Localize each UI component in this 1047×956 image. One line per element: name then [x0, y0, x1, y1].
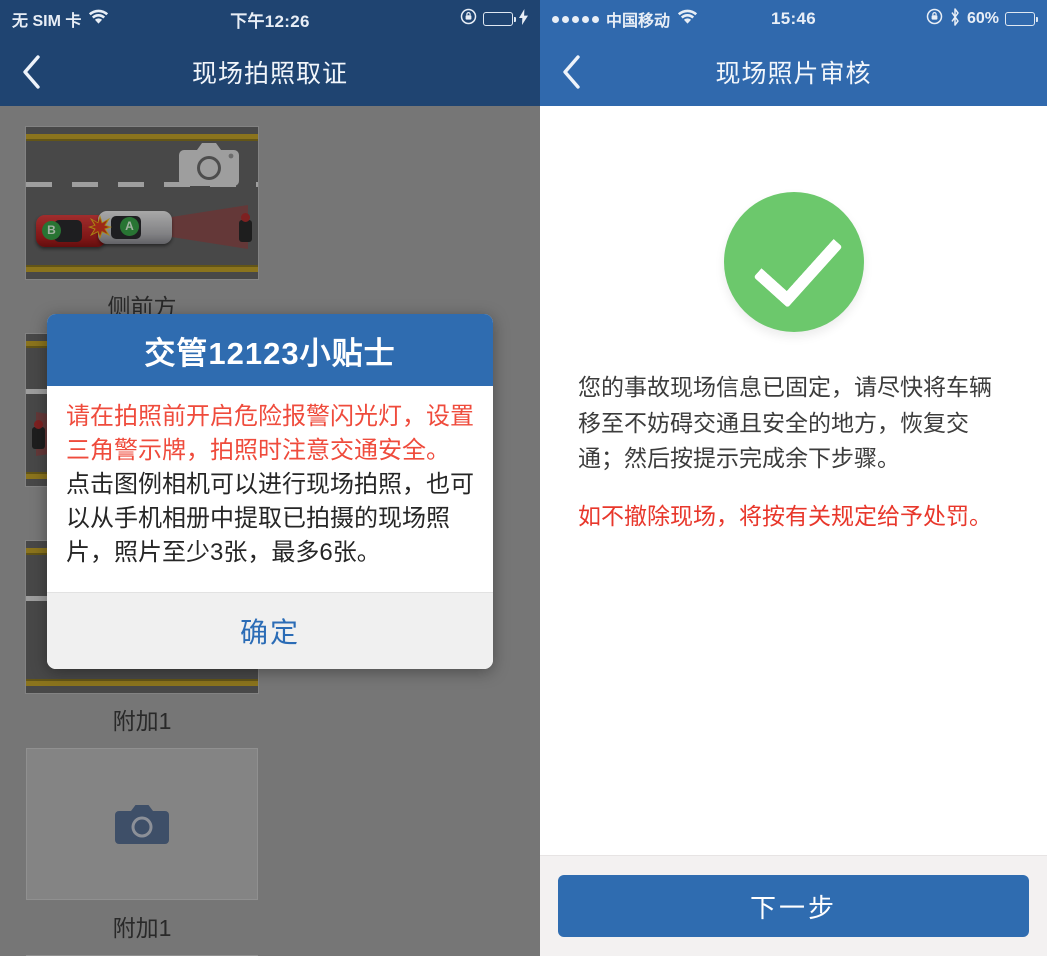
rotation-lock-icon — [460, 8, 477, 30]
dialog-header: 交管12123小贴士 — [47, 314, 493, 386]
dialog-title: 交管12123小贴士 — [144, 335, 396, 371]
review-message: 您的事故现场信息已固定，请尽快将车辆移至不妨碍交通且安全的地方，恢复交通；然后按… — [578, 374, 992, 472]
dialog-confirm-button[interactable]: 确定 — [240, 611, 300, 651]
carrier-label: 中国移动 — [606, 13, 671, 30]
photo-review-body: 您的事故现场信息已固定，请尽快将车辆移至不妨碍交通且安全的地方，恢复交通；然后按… — [540, 106, 1047, 956]
dialog-warning-text: 请在拍照前开启危险报警闪光灯，设置三角警示牌，拍照时注意交通安全。 — [66, 403, 474, 465]
screen-photo-capture: 无 SIM 卡 下午12:26 现场拍照取证 B A 侧前方 附加1 附加1 交… — [0, 0, 540, 956]
nav-bar-left: 现场拍照取证 — [0, 38, 540, 106]
wifi-icon — [677, 9, 698, 30]
success-check-icon — [723, 192, 864, 332]
screen-photo-review: 中国移动 15:46 60% 现场照片审核 您的事故现场信息已固定，请尽快将车辆… — [540, 0, 1047, 956]
rotation-lock-icon — [926, 8, 943, 30]
wifi-icon — [88, 9, 109, 30]
back-chevron-icon[interactable] — [0, 55, 64, 89]
tips-dialog: 交管12123小贴士 请在拍照前开启危险报警闪光灯，设置三角警示牌，拍照时注意交… — [47, 314, 493, 670]
signal-dots-icon — [552, 15, 599, 23]
dialog-footer[interactable]: 确定 — [47, 592, 493, 670]
charging-bolt-icon — [519, 8, 528, 30]
status-bar-left: 无 SIM 卡 下午12:26 — [0, 0, 540, 38]
dual-screenshot: 无 SIM 卡 下午12:26 现场拍照取证 B A 侧前方 附加1 附加1 交… — [0, 0, 1047, 956]
review-content: 您的事故现场信息已固定，请尽快将车辆移至不妨碍交通且安全的地方，恢复交通；然后按… — [540, 106, 1047, 855]
review-warning: 如不撤除现场，将按有关规定给予处罚。 — [578, 502, 992, 529]
dialog-body: 请在拍照前开启危险报警闪光灯，设置三角警示牌，拍照时注意交通安全。 点击图例相机… — [47, 386, 493, 593]
clock-label: 15:46 — [771, 9, 816, 28]
bluetooth-icon — [949, 7, 961, 31]
page-title: 现场照片审核 — [715, 60, 872, 88]
nav-bar-right: 现场照片审核 — [540, 38, 1047, 106]
next-step-button[interactable]: 下一步 — [558, 875, 1029, 937]
back-chevron-icon[interactable] — [540, 55, 604, 89]
review-text-block: 您的事故现场信息已固定，请尽快将车辆移至不妨碍交通且安全的地方，恢复交通；然后按… — [540, 332, 1047, 535]
battery-icon — [483, 12, 517, 26]
page-title: 现场拍照取证 — [191, 60, 348, 88]
success-check-wrap — [540, 106, 1047, 332]
dialog-note-text: 点击图例相机可以进行现场拍照，也可以从手机相册中提取已拍摄的现场照片，照片至少3… — [66, 471, 474, 567]
battery-percent-label: 60% — [966, 10, 1000, 27]
clock-label: 下午12:26 — [230, 11, 310, 31]
status-bar-right: 中国移动 15:46 60% — [540, 0, 1047, 38]
carrier-label: 无 SIM 卡 — [12, 13, 82, 30]
review-footer: 下一步 — [540, 855, 1047, 956]
battery-icon — [1005, 12, 1039, 26]
